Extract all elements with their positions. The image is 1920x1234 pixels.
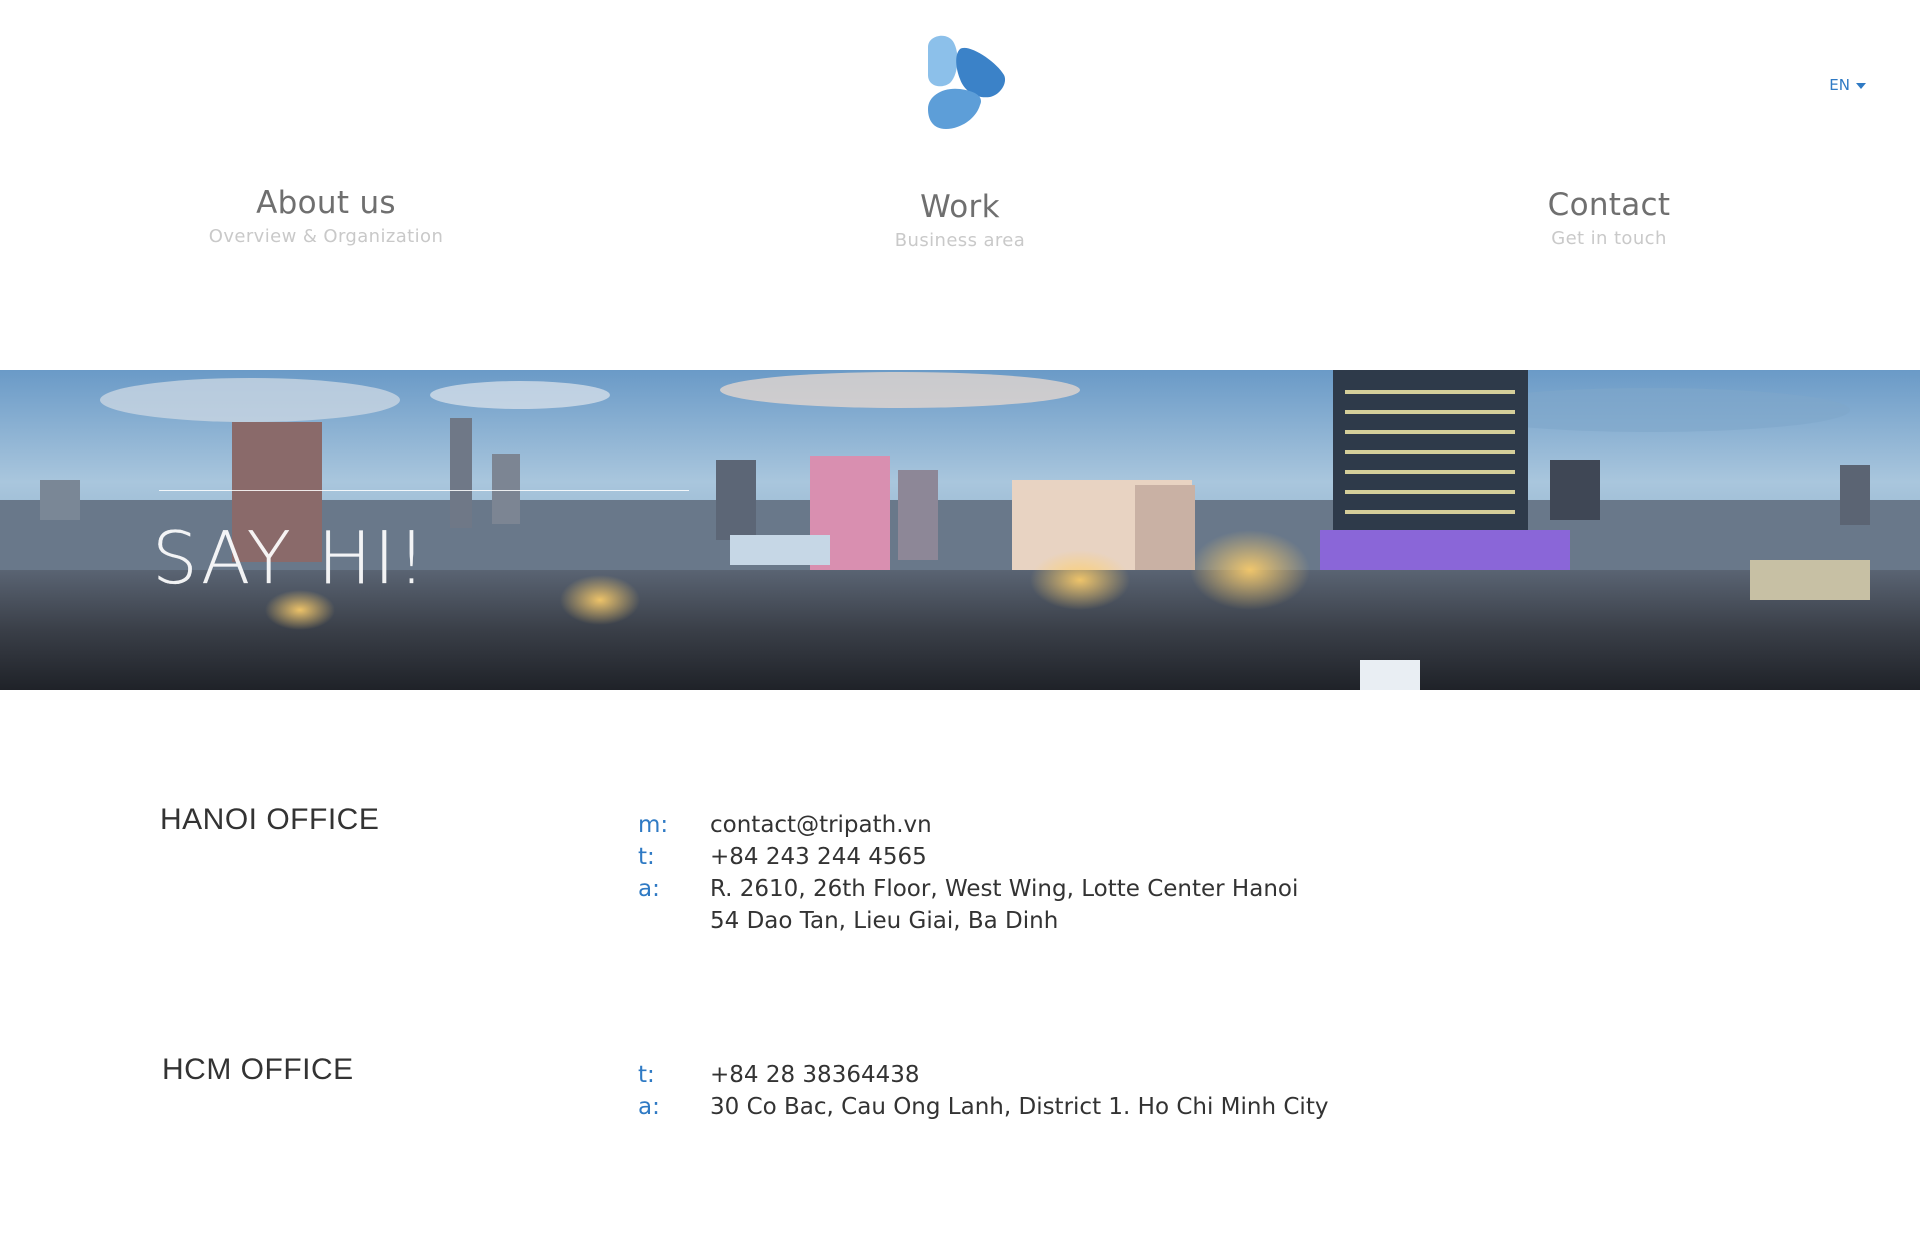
office-email-row: m: contact@tripath.vn [638, 809, 932, 841]
nav-item-title: Work [920, 189, 1000, 225]
office-address-row-2: 54 Dao Tan, Lieu Giai, Ba Dinh [638, 905, 1058, 937]
office-phone-row: t: +84 243 244 4565 [638, 841, 927, 873]
detail-key [638, 905, 710, 937]
detail-key: a: [638, 1094, 660, 1120]
office-address-row: a: R. 2610, 26th Floor, West Wing, Lotte… [638, 873, 1298, 905]
banner-divider [159, 490, 689, 491]
main-nav: About us Overview & Organization Work Bu… [0, 183, 1920, 263]
phone-link[interactable]: +84 243 244 4565 [710, 841, 927, 873]
phone-link[interactable]: +84 28 38364438 [710, 1059, 920, 1091]
language-label: EN [1829, 76, 1850, 94]
nav-item-about-us[interactable]: About us Overview & Organization [166, 183, 486, 249]
language-selector[interactable]: EN [1829, 76, 1866, 94]
nav-item-subtitle: Business area [894, 230, 1026, 251]
nav-item-title: About us [256, 185, 396, 221]
address-text: 30 Co Bac, Cau Ong Lanh, District 1. Ho … [710, 1094, 1329, 1120]
chevron-down-icon [1856, 83, 1866, 89]
address-text: R. 2610, 26th Floor, West Wing, Lotte Ce… [710, 876, 1299, 902]
detail-key: a: [638, 876, 660, 902]
detail-key: t: [638, 844, 655, 870]
banner-title: SAY HI! [152, 516, 428, 600]
office-address-row: a: 30 Co Bac, Cau Ong Lanh, District 1. … [638, 1091, 1328, 1123]
city-skyline-banner: SAY HI! [0, 370, 1920, 690]
nav-item-subtitle: Get in touch [1551, 228, 1667, 249]
office-name: HANOI OFFICE [160, 803, 380, 836]
address-text: 54 Dao Tan, Lieu Giai, Ba Dinh [710, 908, 1059, 934]
nav-item-subtitle: Overview & Organization [208, 226, 444, 247]
office-name: HCM OFFICE [162, 1053, 354, 1086]
email-link[interactable]: contact@tripath.vn [710, 809, 932, 841]
nav-item-contact[interactable]: Contact Get in touch [1449, 185, 1769, 251]
contact-page: EN About us Overview & Organization Work… [0, 0, 1920, 1234]
tripath-logo-icon[interactable] [920, 35, 1012, 135]
detail-key: m: [638, 812, 669, 838]
nav-item-title: Contact [1547, 187, 1671, 223]
detail-key: t: [638, 1062, 655, 1088]
nav-item-work[interactable]: Work Business area [800, 187, 1120, 253]
office-phone-row: t: +84 28 38364438 [638, 1059, 920, 1091]
